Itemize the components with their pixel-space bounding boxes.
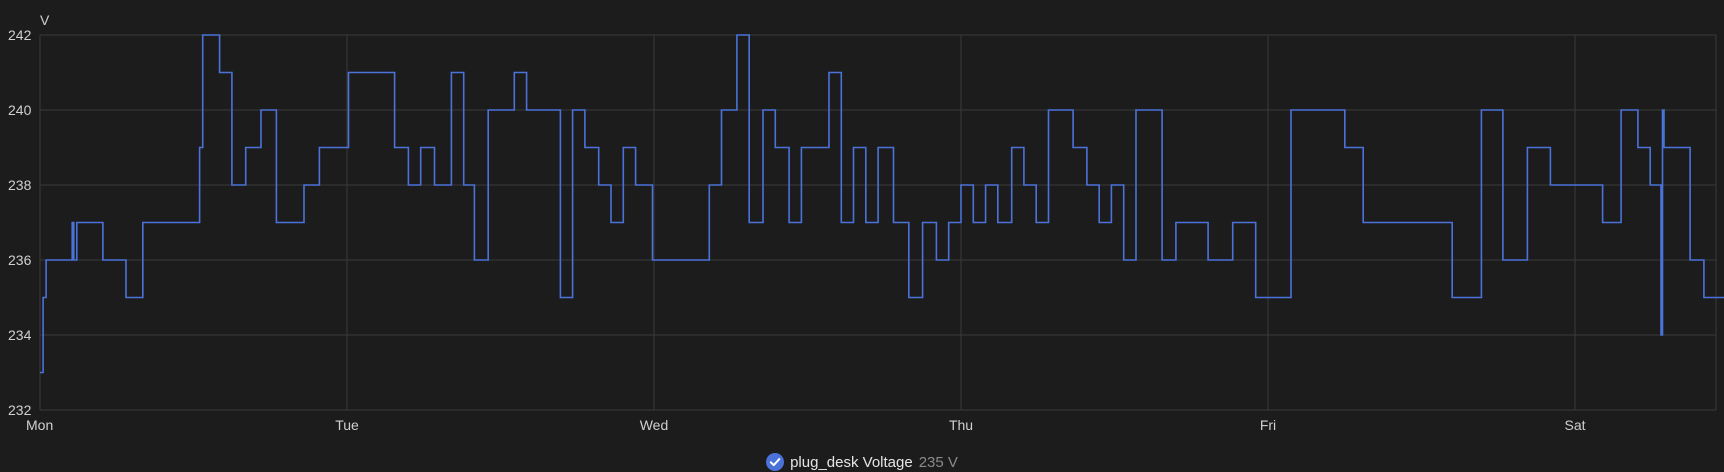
x-tick-label: Thu bbox=[949, 417, 973, 433]
legend-series-value: 235 V bbox=[918, 453, 958, 471]
check-circle-icon[interactable] bbox=[766, 453, 785, 471]
series-line-plug-desk-voltage[interactable] bbox=[40, 34, 1724, 374]
x-tick-label: Sat bbox=[1564, 417, 1585, 433]
voltage-chart: 232 234 236 238 240 242 Mon Tue Wed Thu Fri Sat V bbox=[8, 12, 1724, 433]
y-axis-unit-label: V bbox=[40, 12, 50, 28]
x-tick-label: Mon bbox=[26, 417, 53, 433]
y-tick-label: 234 bbox=[8, 327, 32, 343]
y-tick-label: 238 bbox=[8, 177, 32, 193]
x-tick-label: Tue bbox=[335, 417, 359, 433]
y-tick-label: 242 bbox=[8, 27, 32, 43]
y-tick-label: 232 bbox=[8, 402, 32, 418]
chart-legend: plug_desk Voltage 235 V bbox=[0, 452, 1724, 472]
y-tick-label: 240 bbox=[8, 102, 32, 118]
y-tick-label: 236 bbox=[8, 252, 32, 268]
legend-series-name[interactable]: plug_desk Voltage bbox=[790, 454, 913, 471]
chart-series[interactable] bbox=[40, 34, 1724, 374]
x-tick-label: Fri bbox=[1260, 417, 1276, 433]
chart-axes: 232 234 236 238 240 242 Mon Tue Wed Thu Fri Sat bbox=[8, 27, 1586, 433]
x-tick-label: Wed bbox=[640, 417, 669, 433]
